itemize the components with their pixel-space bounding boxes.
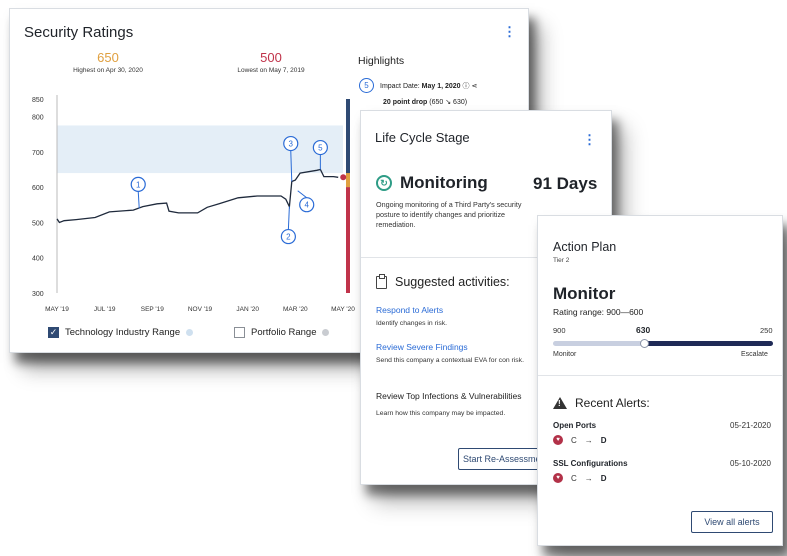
impact-date-label: Impact Date:: [380, 83, 420, 90]
y-tick-label: 500: [32, 220, 44, 227]
action-plan-card: Action Plan Tier 2 Monitor Rating range:…: [537, 215, 783, 546]
rating-band-segment: [346, 187, 350, 293]
help-icon[interactable]: ⓘ: [463, 83, 470, 90]
alert-date: 05-10-2020: [730, 459, 771, 468]
divider: [538, 375, 782, 376]
grade-from: C: [571, 435, 577, 445]
action-plan-title: Action Plan: [553, 240, 617, 254]
respond-to-alerts-link[interactable]: Respond to Alerts: [376, 305, 443, 315]
review-severe-findings-link[interactable]: Review Severe Findings: [376, 342, 468, 352]
clipboard-icon: [376, 273, 387, 289]
x-tick-label: JAN '20: [236, 306, 259, 313]
current-rating-point: [340, 174, 347, 181]
review-severe-findings-desc: Send this company a contextual EVA for c…: [376, 357, 524, 364]
event-marker-label: 5: [318, 144, 323, 153]
grade-from: C: [571, 473, 577, 483]
alert-grade-change: ♥ C → D: [553, 473, 607, 483]
legend-label: Technology Industry Range: [65, 327, 181, 338]
drop-line: 20 point drop (650 ↘ 630): [383, 98, 467, 106]
legend-label: Portfolio Range: [251, 327, 317, 338]
x-tick-label: MAY '19: [45, 306, 69, 313]
scale-right-label: Escalate: [741, 351, 768, 358]
life-cycle-menu-icon[interactable]: ⋮: [583, 133, 596, 146]
industry-range-band: [57, 125, 343, 174]
heart-icon: ♥: [553, 473, 563, 483]
y-tick-label: 300: [32, 291, 44, 298]
lifecycle-stage-name: Monitoring: [400, 173, 488, 192]
monitoring-icon: ↻: [376, 175, 392, 191]
event-marker-label: 4: [304, 201, 309, 210]
drop-detail: (650 ↘ 630): [429, 99, 468, 106]
life-cycle-title: Life Cycle Stage: [375, 130, 470, 145]
marker-stem: [287, 206, 290, 230]
scale-left-label: Monitor: [553, 351, 577, 358]
security-ratings-chart: 300 400 500 600 700 800 850 MAY '19 JUL '19 SEP '…: [32, 95, 355, 313]
arrow-right-icon: →: [584, 473, 593, 483]
alert-grade-change: ♥ C → D: [553, 435, 607, 445]
recent-alerts-title: Recent Alerts:: [575, 396, 650, 410]
x-tick-label: NOV '19: [188, 306, 213, 313]
drop-amount: 20 point drop: [383, 99, 428, 106]
scale-min: 900: [553, 326, 566, 335]
legend-portfolio-range[interactable]: Portfolio Range: [234, 327, 330, 338]
action-plan-tier: Tier 2: [553, 257, 570, 264]
warning-icon: [553, 397, 567, 409]
y-tick-label: 800: [32, 115, 44, 122]
scale-current: 630: [636, 325, 651, 335]
ratings-menu-icon[interactable]: ⋮: [503, 25, 516, 38]
lifecycle-stage: ↻ Monitoring: [376, 173, 488, 193]
rating-scale-fill: [644, 341, 773, 346]
grade-to: D: [600, 473, 607, 483]
event-marker-label: 2: [286, 233, 291, 242]
grade-to: D: [600, 435, 607, 445]
alert-name[interactable]: SSL Configurations: [553, 459, 628, 468]
arrow-right-icon: →: [584, 435, 593, 445]
rating-band-segment: [346, 173, 350, 188]
impact-date-value: May 1, 2020: [421, 83, 461, 90]
x-tick-label: MAY '20: [331, 306, 355, 313]
share-icon[interactable]: ⋖: [471, 83, 477, 90]
x-tick-label: SEP '19: [141, 306, 165, 313]
event-marker-label: 1: [136, 180, 141, 189]
marker-stem: [297, 190, 308, 199]
checkbox-icon[interactable]: ✓: [48, 327, 59, 338]
y-tick-label: 400: [32, 256, 44, 263]
view-all-alerts-button[interactable]: View all alerts: [691, 511, 773, 533]
highlights-title: Highlights: [358, 55, 405, 67]
x-tick-label: MAR '20: [283, 306, 308, 313]
rating-range: Rating range: 900—600: [553, 307, 644, 317]
lifecycle-days: 91 Days: [533, 174, 598, 193]
action-plan-level: Monitor: [553, 284, 616, 303]
impact-date-line: Impact Date: May 1, 2020 ⓘ ⋖: [380, 81, 477, 91]
x-tick-label: JUL '19: [94, 306, 116, 313]
alert-date: 05-21-2020: [730, 421, 771, 430]
alert-name[interactable]: Open Ports: [553, 421, 596, 430]
y-tick-label: 600: [32, 185, 44, 192]
checkbox-icon[interactable]: [234, 327, 245, 338]
y-tick-label: 700: [32, 150, 44, 157]
lifecycle-description: Ongoing monitoring of a Third Party's se…: [376, 200, 522, 229]
highlight-marker-badge[interactable]: 5: [359, 78, 374, 93]
y-tick-label: 850: [32, 97, 44, 104]
suggested-activities-title: Suggested activities:: [395, 275, 510, 289]
marker-stem: [137, 191, 140, 209]
suggested-activities-heading: Suggested activities:: [376, 273, 510, 289]
rating-scale-marker: [640, 339, 650, 348]
legend-color-dot: [322, 329, 330, 336]
heart-icon: ♥: [553, 435, 563, 445]
rating-scale-track: [553, 341, 773, 346]
event-marker-label: 3: [289, 140, 294, 149]
review-top-infections-item[interactable]: Review Top Infections & Vulnerabilities: [376, 391, 522, 401]
rating-line: [56, 168, 339, 224]
recent-alerts-heading: Recent Alerts:: [553, 396, 650, 410]
legend-technology-industry[interactable]: ✓ Technology Industry Range: [48, 327, 194, 338]
scale-max: 250: [760, 326, 773, 335]
legend-color-dot: [186, 329, 194, 336]
